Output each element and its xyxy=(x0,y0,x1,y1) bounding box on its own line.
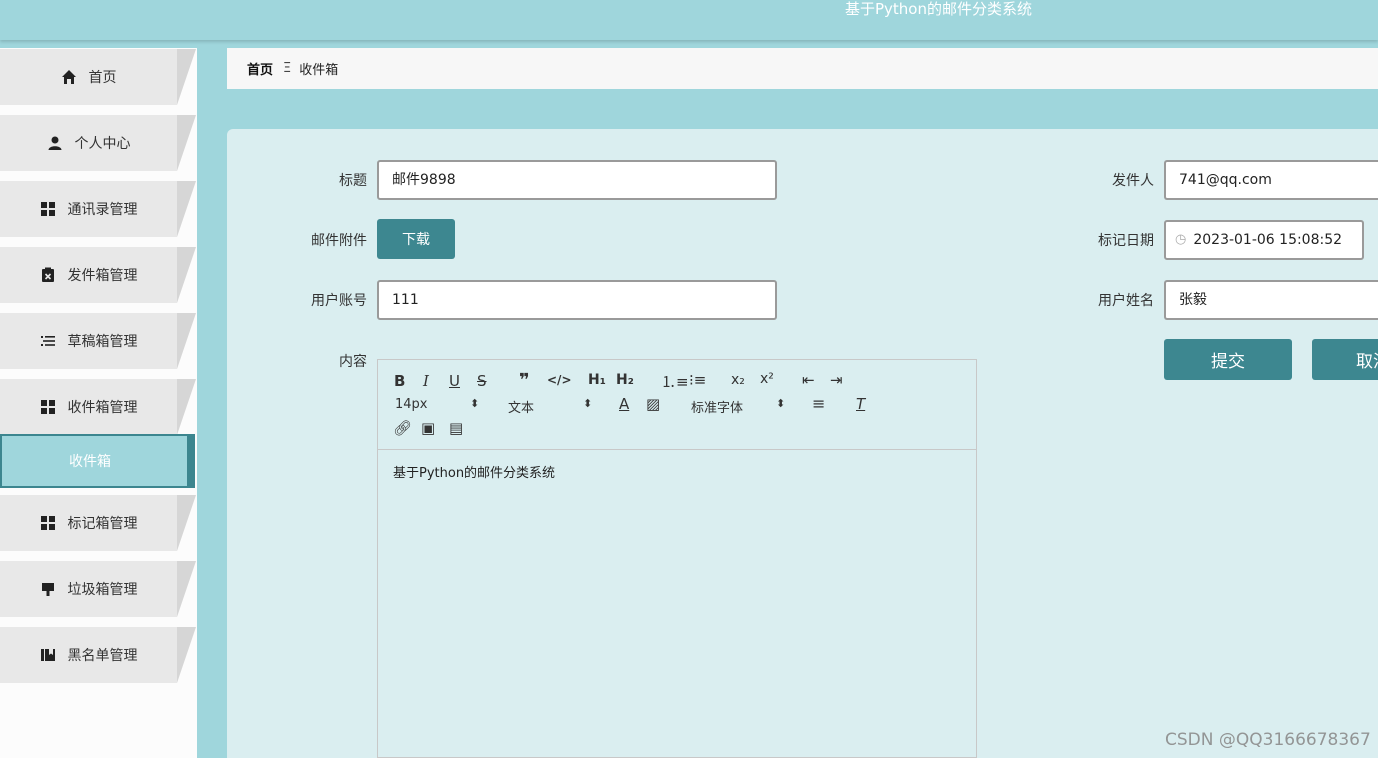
italic-icon[interactable]: I xyxy=(423,372,429,390)
ordered-list-icon[interactable]: ⒈≡ xyxy=(661,371,689,392)
outdent-icon[interactable]: ⇤ xyxy=(802,371,815,389)
grid-icon xyxy=(40,516,55,530)
breadcrumb: 首页 Ξ 收件箱 xyxy=(227,48,1378,89)
bullet-list-icon[interactable]: ⁝≡ xyxy=(689,371,706,389)
sender-input[interactable]: 741@qq.com xyxy=(1164,160,1378,200)
sidebar-item-trash[interactable]: 垃圾箱管理 xyxy=(0,561,196,617)
editor-content[interactable]: 基于Python的邮件分类系统 xyxy=(378,450,976,493)
sidebar-item-inbox-manage[interactable]: 收件箱管理 xyxy=(0,379,196,435)
code-icon[interactable]: </> xyxy=(547,373,572,387)
chevron-updown-icon: ⬍ xyxy=(583,397,593,410)
sidebar-item-profile[interactable]: 个人中心 xyxy=(0,115,196,171)
home-icon xyxy=(61,70,76,84)
clock-icon: ◷ xyxy=(1175,232,1187,247)
sidebar-item-outbox[interactable]: 发件箱管理 xyxy=(0,247,196,303)
blockquote-icon[interactable]: ❞ xyxy=(519,370,530,391)
content-label: 内容 xyxy=(339,354,367,370)
download-button[interactable]: 下载 xyxy=(377,219,455,259)
sender-label: 发件人 xyxy=(1112,173,1154,189)
app-title: 基于Python的邮件分类系统 xyxy=(845,0,1032,18)
breadcrumb-home[interactable]: 首页 xyxy=(247,59,273,78)
sidebar-item-blacklist[interactable]: 黑名单管理 xyxy=(0,627,196,683)
watermark: CSDN @QQ3166678367 xyxy=(1165,730,1371,750)
sidebar-subitem-label: 收件箱 xyxy=(69,454,111,470)
sidebar-item-label: 通讯录管理 xyxy=(67,202,138,218)
sidebar-item-contacts[interactable]: 通讯录管理 xyxy=(0,181,196,237)
title-input[interactable]: 邮件9898 xyxy=(377,160,777,200)
chevron-updown-icon: ⬍ xyxy=(470,397,480,410)
sidebar-item-drafts[interactable]: 草稿箱管理 xyxy=(0,313,196,369)
clear-format-icon[interactable]: T xyxy=(856,395,865,413)
sidebar-item-label: 标记箱管理 xyxy=(67,516,138,532)
grid-icon xyxy=(40,202,55,216)
mark-date-value: 2023-01-06 15:08:52 xyxy=(1193,232,1343,248)
text-style-select[interactable]: 文本 xyxy=(508,397,534,416)
cancel-button[interactable]: 取消 xyxy=(1312,339,1378,380)
sidebar-item-label: 垃圾箱管理 xyxy=(67,582,138,598)
clipboard-icon xyxy=(41,267,54,282)
editor-toolbar: B I U S ❞ </> H₁ H₂ ⒈≡ ⁝≡ x₂ x² ⇤ ⇥ 14px… xyxy=(378,360,976,450)
breadcrumb-separator: Ξ xyxy=(283,61,292,76)
h1-icon[interactable]: H₁ xyxy=(588,372,606,388)
account-input[interactable]: 111 xyxy=(377,280,777,320)
account-label: 用户账号 xyxy=(311,293,367,309)
underline-icon[interactable]: U xyxy=(449,372,460,390)
strike-icon[interactable]: S xyxy=(477,372,487,390)
breadcrumb-current: 收件箱 xyxy=(299,63,339,78)
subscript-icon[interactable]: x₂ xyxy=(731,372,745,388)
background-color-icon[interactable]: ▨ xyxy=(646,395,660,413)
brush-icon xyxy=(41,583,54,596)
sidebar: 首页 个人中心 通讯录管理 发件箱管理 草稿箱管理 收件箱管理 收件箱 标记箱管… xyxy=(0,48,197,758)
mark-date-input[interactable]: ◷ 2023-01-06 15:08:52 xyxy=(1164,220,1364,260)
indent-icon[interactable]: ⇥ xyxy=(830,371,843,389)
font-color-icon[interactable]: A xyxy=(619,395,629,413)
username-label: 用户姓名 xyxy=(1098,293,1154,309)
user-icon xyxy=(48,136,61,150)
h2-icon[interactable]: H₂ xyxy=(616,372,634,388)
sidebar-item-label: 个人中心 xyxy=(74,136,131,152)
username-input[interactable]: 张毅 xyxy=(1164,280,1378,320)
top-header: 基于Python的邮件分类系统 xyxy=(0,0,1378,40)
sidebar-item-label: 收件箱管理 xyxy=(67,400,138,416)
sidebar-item-label: 首页 xyxy=(88,70,117,86)
list-icon xyxy=(40,336,55,346)
rich-text-editor[interactable]: B I U S ❞ </> H₁ H₂ ⒈≡ ⁝≡ x₂ x² ⇤ ⇥ 14px… xyxy=(377,359,977,758)
chevron-updown-icon: ⬍ xyxy=(776,397,786,410)
bold-icon[interactable]: B xyxy=(394,372,405,390)
font-family-select[interactable]: 标准字体 xyxy=(691,397,743,416)
sidebar-item-marked[interactable]: 标记箱管理 xyxy=(0,495,196,551)
align-icon[interactable]: ≡ xyxy=(812,394,825,413)
title-label: 标题 xyxy=(339,173,367,189)
sidebar-item-label: 发件箱管理 xyxy=(67,268,138,284)
book-icon xyxy=(40,649,55,661)
sidebar-item-home[interactable]: 首页 xyxy=(0,49,196,105)
attachment-label: 邮件附件 xyxy=(311,233,367,249)
video-icon[interactable]: ▤ xyxy=(449,419,463,437)
grid-icon xyxy=(40,400,55,414)
superscript-icon[interactable]: x² xyxy=(760,371,774,387)
font-size-select[interactable]: 14px xyxy=(395,397,428,412)
mark-date-label: 标记日期 xyxy=(1098,233,1154,249)
submit-button[interactable]: 提交 xyxy=(1164,339,1292,380)
link-icon[interactable]: 🔗︎ xyxy=(393,419,412,437)
sidebar-item-label: 黑名单管理 xyxy=(67,648,138,664)
sidebar-item-label: 草稿箱管理 xyxy=(67,334,138,350)
image-icon[interactable]: ▣ xyxy=(421,419,435,437)
sidebar-subitem-inbox[interactable]: 收件箱 xyxy=(0,434,195,488)
